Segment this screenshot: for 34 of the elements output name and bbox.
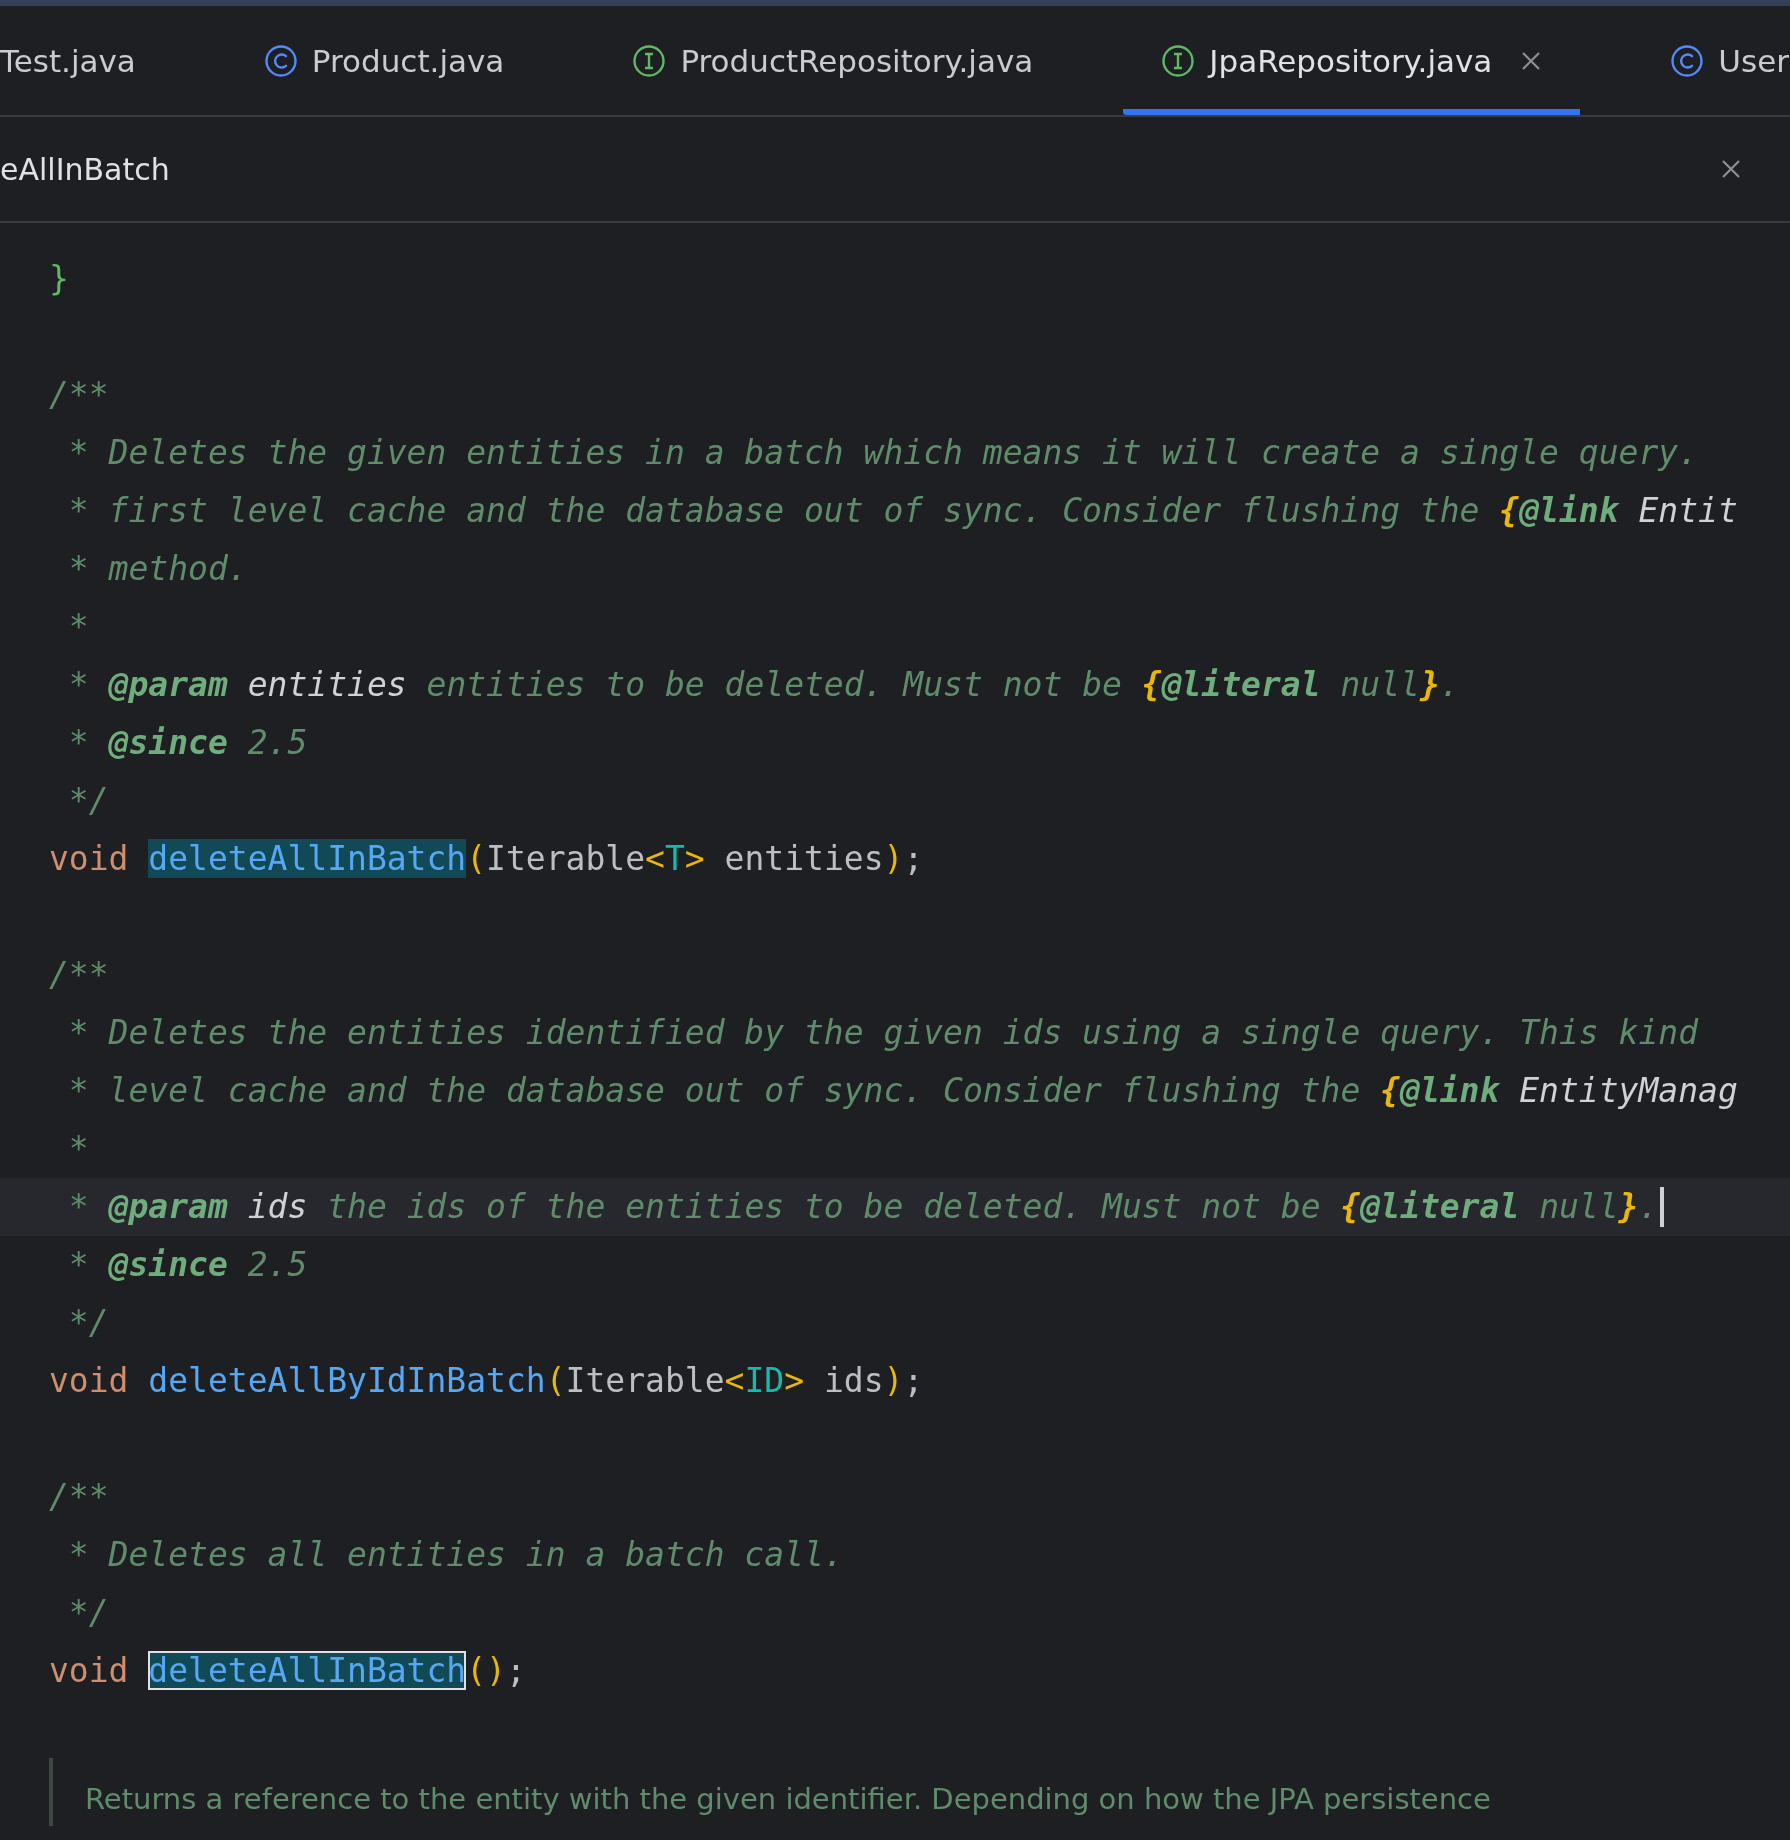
code-line: * first level cache and the database out of sync. Consider flushing the {@link Entit: [67, 490, 1738, 532]
code-line: * @since 2.5: [67, 1244, 308, 1286]
class-icon: [263, 43, 298, 78]
interface-icon: [1161, 43, 1196, 78]
code-line: * level cache and the database out of sync. Consider flushing the {@link EntityManag: [67, 1070, 1738, 1112]
close-icon[interactable]: [1520, 49, 1543, 72]
editor-tab[interactable]: Test.java: [0, 6, 174, 115]
documentation-text: Returns a reference to the entity with the given identifier. Depending on how the JPA persistence: [85, 1782, 1492, 1816]
editor-tab[interactable]: JpaRepository.java: [1123, 6, 1581, 115]
code-line: */: [67, 1302, 109, 1344]
code-line: * Deletes the given entities in a batch which means it will create a single query.: [67, 432, 1699, 474]
code-line: * method.: [67, 548, 248, 590]
code-line: * @param entities entities to be deleted. Must not be {@literal null}.: [67, 664, 1460, 706]
interface-icon: [632, 43, 667, 78]
code-line: * Deletes all entities in a batch call.: [67, 1534, 844, 1576]
editor-tab[interactable]: User: [1632, 6, 1790, 115]
code-line: /**: [49, 1476, 109, 1518]
code-line: void deleteAllByIdInBatch(Iterable<ID> ids);: [49, 1360, 924, 1402]
code-line: * @since 2.5: [67, 722, 308, 764]
code-line: *: [67, 1128, 89, 1170]
code-line: * Deletes the entities identified by the given ids using a single query. This kind: [67, 1012, 1699, 1054]
code-line: */: [67, 1592, 109, 1634]
close-icon[interactable]: [1720, 158, 1742, 180]
code-line: * @param ids the ids of the entities to be deleted. Must not be {@literal null}.: [67, 1186, 1659, 1228]
code-line: /**: [49, 954, 109, 996]
code-line: */: [67, 780, 109, 822]
editor-tab[interactable]: Product.java: [225, 6, 543, 115]
code-line: /**: [49, 374, 109, 416]
code-line: void deleteAllInBatch(Iterable<T> entities);: [49, 838, 924, 880]
class-icon: [1670, 43, 1705, 78]
editor-tab[interactable]: ProductRepository.java: [594, 6, 1072, 115]
code-line: }: [49, 258, 69, 300]
code-line: *: [67, 606, 89, 648]
search-field[interactable]: eAllInBatch: [0, 151, 170, 187]
